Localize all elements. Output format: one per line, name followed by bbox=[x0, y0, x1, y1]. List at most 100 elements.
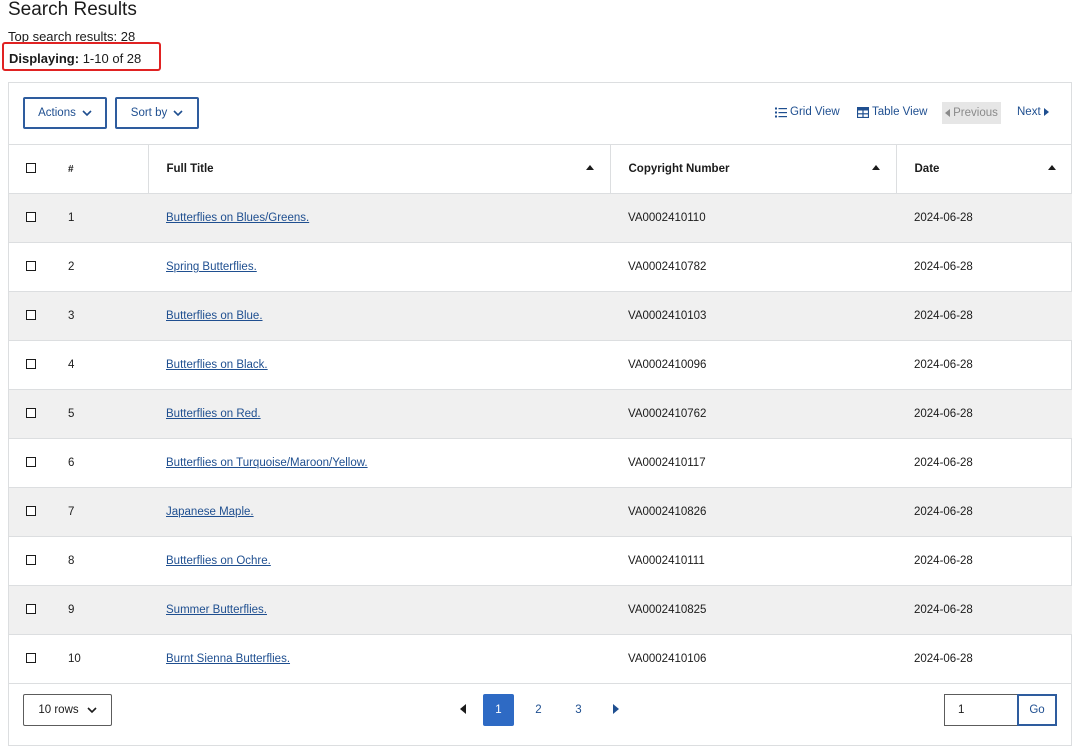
table-icon bbox=[857, 106, 869, 118]
row-date: 2024-06-28 bbox=[914, 261, 973, 273]
row-checkbox[interactable] bbox=[26, 309, 36, 320]
row-copyright-number: VA0002410110 bbox=[628, 212, 706, 224]
rows-per-page-label: 10 rows bbox=[38, 704, 79, 716]
row-date: 2024-06-28 bbox=[914, 212, 973, 224]
results-card: Actions Sort by Grid View Table View Pre… bbox=[8, 82, 1072, 746]
row-checkbox[interactable] bbox=[26, 603, 36, 614]
row-title-cell: Butterflies on Black. bbox=[148, 341, 610, 390]
row-number: 1 bbox=[68, 212, 75, 224]
go-button[interactable]: Go bbox=[1017, 694, 1057, 726]
table-view-button[interactable]: Table View bbox=[857, 106, 927, 118]
table-row: 10 Burnt Sienna Butterflies. VA0002410106 2… bbox=[9, 635, 1072, 684]
next-button[interactable]: Next bbox=[1017, 106, 1049, 118]
row-title-link[interactable]: Butterflies on Ochre. bbox=[166, 555, 271, 567]
column-header-date[interactable]: Date bbox=[895, 144, 1072, 194]
row-checkbox[interactable] bbox=[26, 456, 36, 467]
row-title-cell: Butterflies on Blues/Greens. bbox=[148, 194, 610, 243]
actions-label: Actions bbox=[38, 107, 76, 119]
row-number: 4 bbox=[68, 359, 75, 371]
row-title-cell: Japanese Maple. bbox=[148, 488, 610, 537]
page-1-button[interactable]: 1 bbox=[483, 694, 514, 726]
column-header-full-title[interactable]: Full Title bbox=[147, 144, 610, 194]
column-header-number[interactable]: # bbox=[54, 144, 148, 194]
row-date: 2024-06-28 bbox=[914, 359, 973, 371]
row-title-link[interactable]: Spring Butterflies. bbox=[166, 261, 257, 273]
row-select-cell bbox=[9, 635, 54, 684]
row-checkbox[interactable] bbox=[26, 211, 36, 222]
row-number: 10 bbox=[68, 653, 81, 665]
row-title-link[interactable]: Butterflies on Turquoise/Maroon/Yellow. bbox=[166, 457, 368, 469]
page-2-button[interactable]: 2 bbox=[523, 694, 554, 726]
grid-view-label: Grid View bbox=[790, 106, 840, 118]
displaying-indicator: Displaying: 1-10 of 28 bbox=[2, 42, 161, 71]
chevron-down-icon bbox=[82, 110, 92, 117]
select-all-checkbox[interactable] bbox=[26, 162, 36, 173]
row-select-cell bbox=[9, 390, 54, 439]
row-checkbox[interactable] bbox=[26, 358, 36, 369]
previous-label: Previous bbox=[953, 107, 998, 119]
row-title-link[interactable]: Butterflies on Blue. bbox=[166, 310, 263, 322]
row-select-cell bbox=[9, 292, 54, 341]
row-number: 9 bbox=[68, 604, 75, 616]
previous-button[interactable]: Previous bbox=[942, 102, 1001, 124]
chevron-down-icon bbox=[87, 707, 97, 714]
row-title-link[interactable]: Butterflies on Red. bbox=[166, 408, 261, 420]
previous-page-icon[interactable] bbox=[460, 704, 466, 714]
actions-button[interactable]: Actions bbox=[23, 97, 107, 129]
table-row: 8 Butterflies on Ochre. VA0002410111 2024-0… bbox=[9, 537, 1072, 586]
row-copyright-number: VA0002410096 bbox=[628, 359, 707, 371]
row-title-link[interactable]: Burnt Sienna Butterflies. bbox=[166, 653, 290, 665]
row-date: 2024-06-28 bbox=[914, 506, 973, 518]
caret-left-icon bbox=[945, 109, 951, 117]
row-title-link[interactable]: Japanese Maple. bbox=[166, 506, 254, 518]
rows-per-page-select[interactable]: 10 rows bbox=[23, 694, 112, 726]
sort-ascending-icon[interactable] bbox=[585, 165, 594, 170]
list-icon bbox=[775, 107, 787, 117]
row-copyright-number: VA0002410111 bbox=[628, 555, 705, 567]
row-title-link[interactable]: Summer Butterflies. bbox=[166, 604, 267, 616]
row-checkbox[interactable] bbox=[26, 407, 36, 418]
table-row: 7 Japanese Maple. VA0002410826 2024-06-28 bbox=[9, 487, 1072, 537]
row-title-link[interactable]: Butterflies on Blues/Greens. bbox=[166, 212, 309, 224]
row-date: 2024-06-28 bbox=[914, 408, 973, 420]
page-3-button[interactable]: 3 bbox=[563, 694, 594, 726]
row-checkbox[interactable] bbox=[26, 505, 36, 516]
goto-page-input[interactable] bbox=[944, 694, 1017, 726]
row-number: 3 bbox=[68, 310, 75, 322]
table-row: 9 Summer Butterflies. VA0002410825 2024-06-… bbox=[9, 585, 1072, 635]
row-select-cell bbox=[9, 586, 54, 635]
row-checkbox[interactable] bbox=[26, 260, 36, 271]
row-number: 5 bbox=[68, 408, 75, 420]
row-title-cell: Butterflies on Blue. bbox=[148, 292, 610, 341]
row-select-cell bbox=[9, 488, 54, 537]
table-row: 6 Butterflies on Turquoise/Maroon/Yellow.… bbox=[9, 439, 1072, 488]
row-date: 2024-06-28 bbox=[914, 604, 973, 616]
row-checkbox[interactable] bbox=[26, 554, 36, 565]
grid-view-button[interactable]: Grid View bbox=[775, 106, 840, 118]
table-row: 4 Butterflies on Black. VA0002410096 2024-0… bbox=[9, 341, 1072, 390]
row-copyright-number: VA0002410106 bbox=[628, 653, 707, 665]
row-date: 2024-06-28 bbox=[914, 457, 973, 469]
chevron-down-icon bbox=[173, 110, 183, 117]
row-number: 2 bbox=[68, 261, 75, 273]
row-checkbox[interactable] bbox=[26, 652, 36, 663]
sort-ascending-icon[interactable] bbox=[871, 165, 880, 170]
results-table: # Full Title Copyright Number Date 1 Butt… bbox=[9, 144, 1072, 684]
row-title-link[interactable]: Butterflies on Black. bbox=[166, 359, 268, 371]
table-view-label: Table View bbox=[872, 106, 928, 118]
row-copyright-number: VA0002410762 bbox=[628, 408, 707, 420]
sort-by-button[interactable]: Sort by bbox=[115, 97, 199, 129]
caret-right-icon bbox=[1043, 108, 1049, 116]
sort-ascending-icon[interactable] bbox=[1048, 165, 1056, 170]
row-title-cell: Summer Butterflies. bbox=[148, 586, 610, 635]
row-select-cell bbox=[9, 537, 54, 586]
row-title-cell: Butterflies on Turquoise/Maroon/Yellow. bbox=[148, 439, 610, 488]
row-copyright-number: VA0002410782 bbox=[628, 261, 707, 273]
page-title: Search Results bbox=[8, 0, 137, 20]
row-copyright-number: VA0002410117 bbox=[628, 457, 706, 469]
next-page-icon[interactable] bbox=[613, 704, 619, 714]
row-title-cell: Butterflies on Red. bbox=[148, 390, 610, 439]
row-date: 2024-06-28 bbox=[914, 555, 973, 567]
select-all-header bbox=[9, 144, 54, 194]
column-header-copyright-number[interactable]: Copyright Number bbox=[609, 144, 896, 194]
